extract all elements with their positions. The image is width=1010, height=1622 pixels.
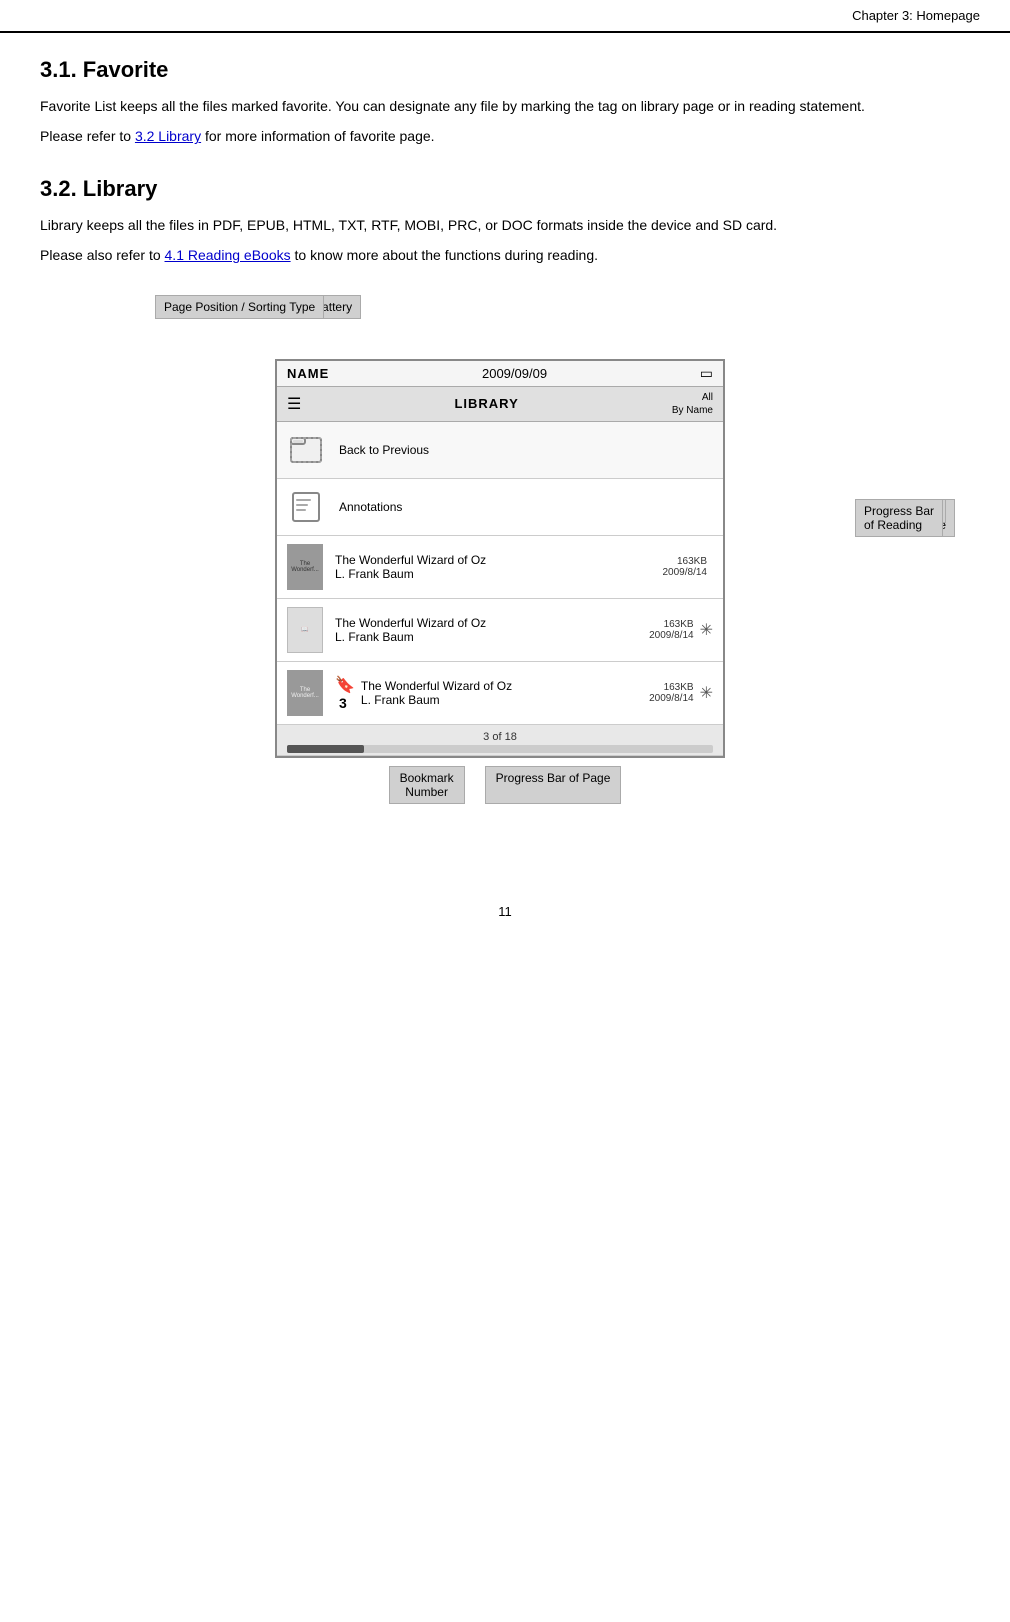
book3-thumbnail: TheWonderf... [287,670,323,716]
callout-progress-reading: Progress Barof Reading [855,499,943,537]
section-32-heading: 3.2. Library [40,176,970,202]
section-32-para2: Please also refer to 4.1 Reading eBooks … [40,244,970,266]
book1-date: 2009/8/14 [663,567,708,578]
page-header: Chapter 3: Homepage [0,0,1010,33]
callout-page-position: Page Position / Sorting Type [155,295,324,319]
book2-date: 2009/8/14 [649,630,694,641]
book2-thumbnail: 📖 [287,607,323,653]
page-number: 11 [0,904,1010,919]
annotations-icon [287,487,327,527]
progress-bar [287,745,713,753]
link-41-reading[interactable]: 4.1 Reading eBooks [165,247,291,263]
book3-date: 2009/8/14 [649,693,694,704]
list-item-annotations: Annotations [277,479,723,536]
reading-progress-section: 3 of 18 [277,725,723,756]
diagram-area: User Defines Name / Date / Battery Page … [155,295,855,804]
list-item-book3: TheWonderf... 🔖 3 The Wonderful Wizard o… [277,662,723,725]
section-32-para1: Library keeps all the files in PDF, EPUB… [40,214,970,236]
link-32-library[interactable]: 3.2 Library [135,128,201,144]
menu-icon: ☰ [287,394,301,414]
book1-info: The Wonderful Wizard of Oz L. Frank Baum [335,553,663,581]
device-header-bar: NAME 2009/09/09 ▭ [277,361,723,387]
bookmark-number-label: BookmarkNumber [400,771,454,799]
book2-title: The Wonderful Wizard of Oz [335,616,649,630]
device-screen: NAME 2009/09/09 ▭ ☰ LIBRARY All By Name [275,359,725,758]
book2-size: 163KB [649,619,694,630]
book1-size: 163KB [663,556,708,567]
chapter-title: Chapter 3: Homepage [852,8,980,23]
progress-bar-fill [287,745,364,753]
section-32: 3.2. Library Library keeps all the files… [40,176,970,267]
device-name-label: NAME [287,366,329,381]
favorite-star-book3: ✳ [700,683,713,703]
progress-page-label: Progress Bar of Page [496,771,611,785]
diagram-wrapper: User Defines Name / Date / Battery Page … [40,295,970,804]
book1-title: The Wonderful Wizard of Oz [335,553,663,567]
progress-text: 3 of 18 [287,729,713,745]
list-item-book1: TheWonderf... The Wonderful Wizard of Oz… [277,536,723,599]
back-folder-icon [287,430,327,470]
sort-by-name: By Name [672,404,713,417]
bookmark-icon: 🔖 [335,675,355,695]
book1-meta: 163KB 2009/8/14 [663,556,708,578]
book3-size: 163KB [649,682,694,693]
book1-author: L. Frank Baum [335,567,663,581]
section-31-heading: 3.1. Favorite [40,57,970,83]
section-31-para2: Please refer to 3.2 Library for more inf… [40,125,970,147]
device-nav-bar: ☰ LIBRARY All By Name [277,387,723,422]
favorite-star-book2: ✳ [700,620,713,640]
progress-reading-label: Progress Barof Reading [864,504,934,532]
callout-bookmark-number: BookmarkNumber [389,766,465,804]
list-item-back: Back to Previous [277,422,723,479]
battery-icon: ▭ [700,365,713,382]
book3-title: The Wonderful Wizard of Oz [361,679,649,693]
bottom-callouts: BookmarkNumber Progress Bar of Page [155,766,855,804]
book2-info: The Wonderful Wizard of Oz L. Frank Baum [335,616,649,644]
book3-meta: 163KB 2009/8/14 [649,682,694,704]
callout-progress-page: Progress Bar of Page [485,766,622,804]
book2-meta: 163KB 2009/8/14 [649,619,694,641]
sort-options: All By Name [672,391,713,417]
annotations-label: Annotations [339,500,713,514]
book1-thumbnail: TheWonderf... [287,544,323,590]
book3-author: L. Frank Baum [361,693,649,707]
section-31: 3.1. Favorite Favorite List keeps all th… [40,57,970,148]
bookmark-number: 3 [339,695,355,711]
book2-author: L. Frank Baum [335,630,649,644]
device-date-label: 2009/09/09 [482,366,547,381]
library-title: LIBRARY [454,396,518,411]
list-item-book2: 📖 The Wonderful Wizard of Oz L. Frank Ba… [277,599,723,662]
sort-all: All [672,391,713,404]
back-label: Back to Previous [339,443,713,457]
section-31-para1: Favorite List keeps all the files marked… [40,95,970,117]
book3-info: The Wonderful Wizard of Oz L. Frank Baum [361,679,649,707]
